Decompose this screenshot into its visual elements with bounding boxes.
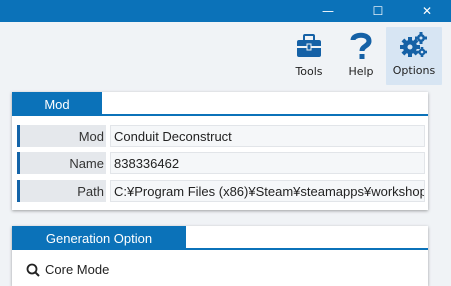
ribbon-toolbar: Tools Help Options <box>0 22 451 88</box>
path-row: Path C:¥Program Files (x86)¥Steam¥steama… <box>17 180 425 202</box>
title-bar: — ☐ ✕ <box>0 0 451 22</box>
core-mode-option[interactable]: Core Mode <box>26 262 109 277</box>
mod-key-label: Mod <box>20 125 106 147</box>
search-icon <box>26 263 40 277</box>
core-mode-label: Core Mode <box>45 262 110 277</box>
options-button[interactable]: Options <box>386 27 442 85</box>
toolbox-icon <box>295 30 323 62</box>
maximize-button[interactable]: ☐ <box>363 0 393 22</box>
generation-option-group: Generation Option Core Mode <box>12 226 428 286</box>
name-key-label: Name <box>20 152 106 174</box>
mod-value-field[interactable]: Conduit Deconstruct <box>110 125 425 147</box>
generation-option-title: Generation Option <box>12 226 186 250</box>
help-label: Help <box>348 65 374 78</box>
options-label: Options <box>392 64 436 77</box>
name-value-field[interactable]: 838336462 <box>110 152 425 174</box>
mod-group-title: Mod <box>12 92 102 116</box>
mod-group: Mod Mod Conduit Deconstruct Name 8383364… <box>12 92 428 210</box>
name-row: Name 838336462 <box>17 152 425 174</box>
question-mark-icon <box>349 30 373 62</box>
close-button[interactable]: ✕ <box>412 0 442 22</box>
minimize-button[interactable]: — <box>313 0 343 22</box>
tools-button[interactable]: Tools <box>290 30 328 82</box>
gears-icon <box>400 29 428 61</box>
path-value-field[interactable]: C:¥Program Files (x86)¥Steam¥steamapps¥w… <box>110 180 425 202</box>
path-key-label: Path <box>20 180 106 202</box>
tools-label: Tools <box>295 65 323 78</box>
mod-row: Mod Conduit Deconstruct <box>17 125 425 147</box>
help-button[interactable]: Help <box>342 30 380 82</box>
